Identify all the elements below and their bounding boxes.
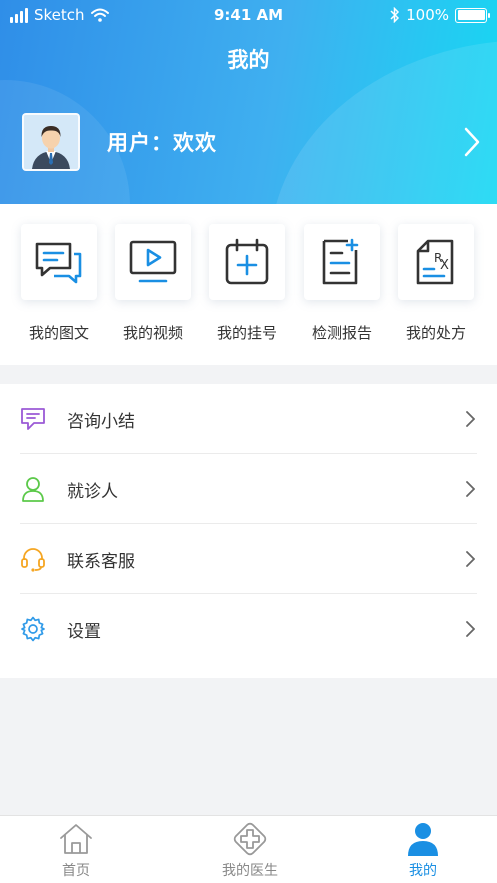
menu-item-consult-summary[interactable]: 咨询小结 [0,384,497,454]
avatar[interactable] [22,113,80,171]
chevron-right-icon [466,551,475,567]
chat-bubbles-icon [35,242,82,284]
chevron-right-icon [466,411,475,427]
quick-item-label: 我的挂号 [216,324,277,342]
headset-icon [21,548,45,572]
username: 用户：欢欢 [107,131,217,155]
tab-label: 我的医生 [222,863,278,879]
video-play-icon [129,240,177,283]
calendar-plus-icon [225,238,269,285]
quick-item-label: 检测报告 [311,324,372,342]
gear-icon [21,616,45,642]
tab-my-doctor[interactable]: 我的医生 [190,822,310,880]
quick-actions: 我的图文 我的视频 我的挂号 检测报告 R X 我的处方 [0,204,497,365]
quick-item-registration[interactable]: 我的挂号 [204,224,290,343]
bluetooth-icon [390,7,400,23]
report-icon [322,238,359,285]
person-icon [22,477,44,502]
menu-item-customer-service[interactable]: 联系客服 [0,524,497,594]
tab-mine[interactable]: 我的 [363,822,483,880]
menu-item-label: 设置 [67,621,101,642]
prescription-icon: R X [416,239,454,285]
svg-text:X: X [440,258,449,273]
quick-item-report[interactable]: 检测报告 [299,224,385,343]
home-icon [60,824,92,854]
person-filled-icon [408,823,438,856]
page-title: 我的 [227,48,270,72]
quick-item-video[interactable]: 我的视频 [110,224,196,343]
menu-list: 咨询小结 就诊人 联系客服 设置 [0,384,497,678]
menu-item-label: 联系客服 [67,551,135,572]
tab-home[interactable]: 首页 [16,822,136,880]
profile-header: Sketch 9:41 AM 100% 我的 用户：欢欢 [0,0,497,204]
battery-percent: 100% [406,6,449,24]
profile-row[interactable]: 用户：欢欢 [22,112,482,172]
chevron-right-icon [466,481,475,497]
menu-item-settings[interactable]: 设置 [0,594,497,664]
menu-item-label: 咨询小结 [67,411,135,432]
chevron-right-icon[interactable] [464,127,480,157]
tab-bar: 首页 我的医生 我的 [0,815,497,883]
message-icon [21,408,45,430]
quick-item-graphic-consult[interactable]: 我的图文 [16,224,102,343]
battery-icon [455,7,490,23]
medical-cross-icon [233,822,267,856]
quick-item-label: 我的处方 [405,324,466,342]
quick-item-prescription[interactable]: R X 我的处方 [393,224,479,343]
tab-label: 首页 [62,863,90,879]
quick-item-label: 我的图文 [28,324,89,342]
status-bar: Sketch 9:41 AM 100% [0,0,497,30]
menu-item-patients[interactable]: 就诊人 [0,454,497,524]
chevron-right-icon [466,621,475,637]
menu-item-label: 就诊人 [67,481,118,502]
tab-label: 我的 [409,863,437,879]
quick-item-label: 我的视频 [122,324,183,342]
